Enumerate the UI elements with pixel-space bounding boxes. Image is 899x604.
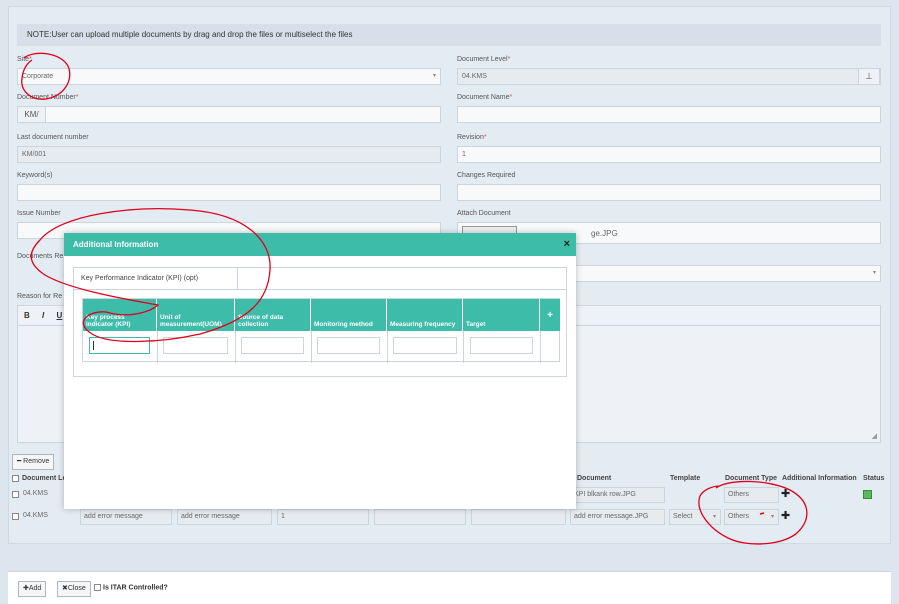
reason-label: Reason for Re: [17, 293, 63, 300]
chevron-down-icon: ▾: [770, 514, 774, 520]
row2-cell-err1[interactable]: add error message: [80, 509, 172, 525]
kpi-input[interactable]: [89, 337, 150, 354]
changes-label: Changes Required: [457, 172, 516, 179]
keywords-label: Keyword(s): [17, 172, 53, 179]
add-button[interactable]: ✚Add: [18, 581, 47, 597]
tab-kpi[interactable]: Key Performance Indicator (KPI) (opt): [74, 268, 238, 290]
additional-info-modal: Additional Information × Key Performance…: [64, 233, 576, 509]
doc-name-label: Document Name*: [457, 94, 513, 101]
grid-header-template: Template: [670, 475, 701, 482]
row2-cell-blank1[interactable]: [374, 509, 466, 525]
modal-header: Additional Information ×: [64, 233, 576, 256]
remove-button[interactable]: ━ Remove: [12, 454, 55, 470]
doc-number-label: Document Number*: [17, 94, 79, 101]
col-divider: [387, 331, 388, 363]
select-all-checkbox[interactable]: [12, 474, 19, 482]
row2-doc-level: 04.KMS: [23, 512, 48, 519]
col-divider: [540, 331, 541, 363]
col-frequency: Measuring frequency: [387, 299, 463, 331]
chevron-down-icon: ▾: [872, 270, 876, 276]
col-uom: Unit of measurement(UOM): [157, 299, 235, 331]
doc-name-input[interactable]: [457, 106, 881, 123]
revision-label: Revision*: [457, 134, 487, 141]
modal-title: Additional Information: [73, 240, 159, 249]
source-input[interactable]: [241, 337, 304, 354]
chevron-down-icon: ▾: [712, 514, 716, 520]
col-divider: [463, 331, 464, 363]
site-label: Site*: [17, 56, 32, 63]
frequency-input[interactable]: [393, 337, 457, 354]
doc-number-prefix: KM/: [18, 107, 46, 122]
text-cursor: [93, 341, 94, 350]
col-monitoring: Monitoring method: [311, 299, 387, 331]
col-divider: [235, 331, 236, 363]
doc-level-field: 04.KMS ⊥: [457, 68, 881, 85]
target-input[interactable]: [470, 337, 533, 354]
underline-button[interactable]: U: [56, 311, 62, 320]
doc-level-label: Document Level*: [457, 56, 511, 63]
col-divider: [311, 331, 312, 363]
close-icon[interactable]: ×: [564, 233, 570, 256]
status-check-icon: [863, 490, 872, 499]
attach-label: Attach Document: [457, 210, 511, 217]
keywords-input[interactable]: [17, 184, 441, 201]
itar-checkbox[interactable]: [94, 584, 101, 591]
doc-number-input[interactable]: KM/: [17, 106, 441, 123]
col-target: Target: [463, 299, 540, 331]
issue-label: Issue Number: [17, 210, 61, 217]
col-divider: [157, 331, 158, 363]
bold-button[interactable]: B: [24, 311, 30, 320]
italic-button[interactable]: I: [42, 311, 44, 320]
kpi-section: Key Performance Indicator (KPI) (opt) Ke…: [73, 267, 567, 377]
row2-doc-type-select[interactable]: Others ▾: [724, 509, 779, 525]
row2-document: add error message.JPG: [570, 509, 665, 525]
monitoring-input[interactable]: [317, 337, 380, 354]
footer-bar: ✚Add ✖Close Is ITAR Controlled?: [8, 571, 891, 604]
row1-doc-type[interactable]: Others: [724, 487, 779, 503]
col-source: Source of data collection: [235, 299, 311, 331]
last-doc-field: KM/001: [17, 146, 441, 163]
tab-divider: [238, 289, 567, 290]
kpi-table: Key process indicator (KPI) Unit of meas…: [82, 298, 560, 363]
attached-file-name: ge.JPG: [591, 229, 618, 238]
grid-header-select: [12, 473, 21, 485]
upload-note: NOTE:User can upload multiple documents …: [17, 24, 881, 46]
minus-icon: ━: [17, 458, 22, 465]
docs-req-label: Documents Re: [17, 253, 64, 260]
row1-document: KPI blkank row.JPG: [570, 487, 665, 503]
uom-input[interactable]: [163, 337, 228, 354]
sitemap-icon[interactable]: ⊥: [858, 68, 880, 85]
grid-header-status: Status: [863, 475, 885, 482]
resize-handle-icon[interactable]: ◢: [872, 432, 877, 440]
grid-header-doc-level: Document Le: [22, 475, 67, 482]
plus-icon[interactable]: ✚: [781, 511, 790, 522]
changes-input[interactable]: [457, 184, 881, 201]
add-row-button[interactable]: +: [540, 299, 560, 331]
last-doc-label: Last document number: [17, 134, 89, 141]
grid-header-doc-type: Document Type: [725, 475, 777, 482]
close-button[interactable]: ✖Close: [57, 581, 91, 597]
chevron-down-icon: ▾: [432, 73, 436, 79]
row1-doc-level: 04.KMS: [23, 490, 48, 497]
row2-cell-err2[interactable]: add error message: [177, 509, 272, 525]
grid-header-additional: Additional Information: [782, 475, 857, 482]
site-select[interactable]: Corporate ▾: [17, 68, 441, 85]
col-kpi: Key process indicator (KPI): [83, 299, 157, 331]
grid-header-document: Document: [577, 475, 612, 482]
revision-input[interactable]: 1: [457, 146, 881, 163]
row2-template-select[interactable]: Select ▾: [669, 509, 721, 525]
plus-icon[interactable]: ✚: [781, 489, 790, 500]
row2-revision[interactable]: 1: [277, 509, 369, 525]
itar-checkbox-label[interactable]: Is ITAR Controlled?: [94, 584, 168, 591]
row2-cell-blank2[interactable]: [471, 509, 566, 525]
